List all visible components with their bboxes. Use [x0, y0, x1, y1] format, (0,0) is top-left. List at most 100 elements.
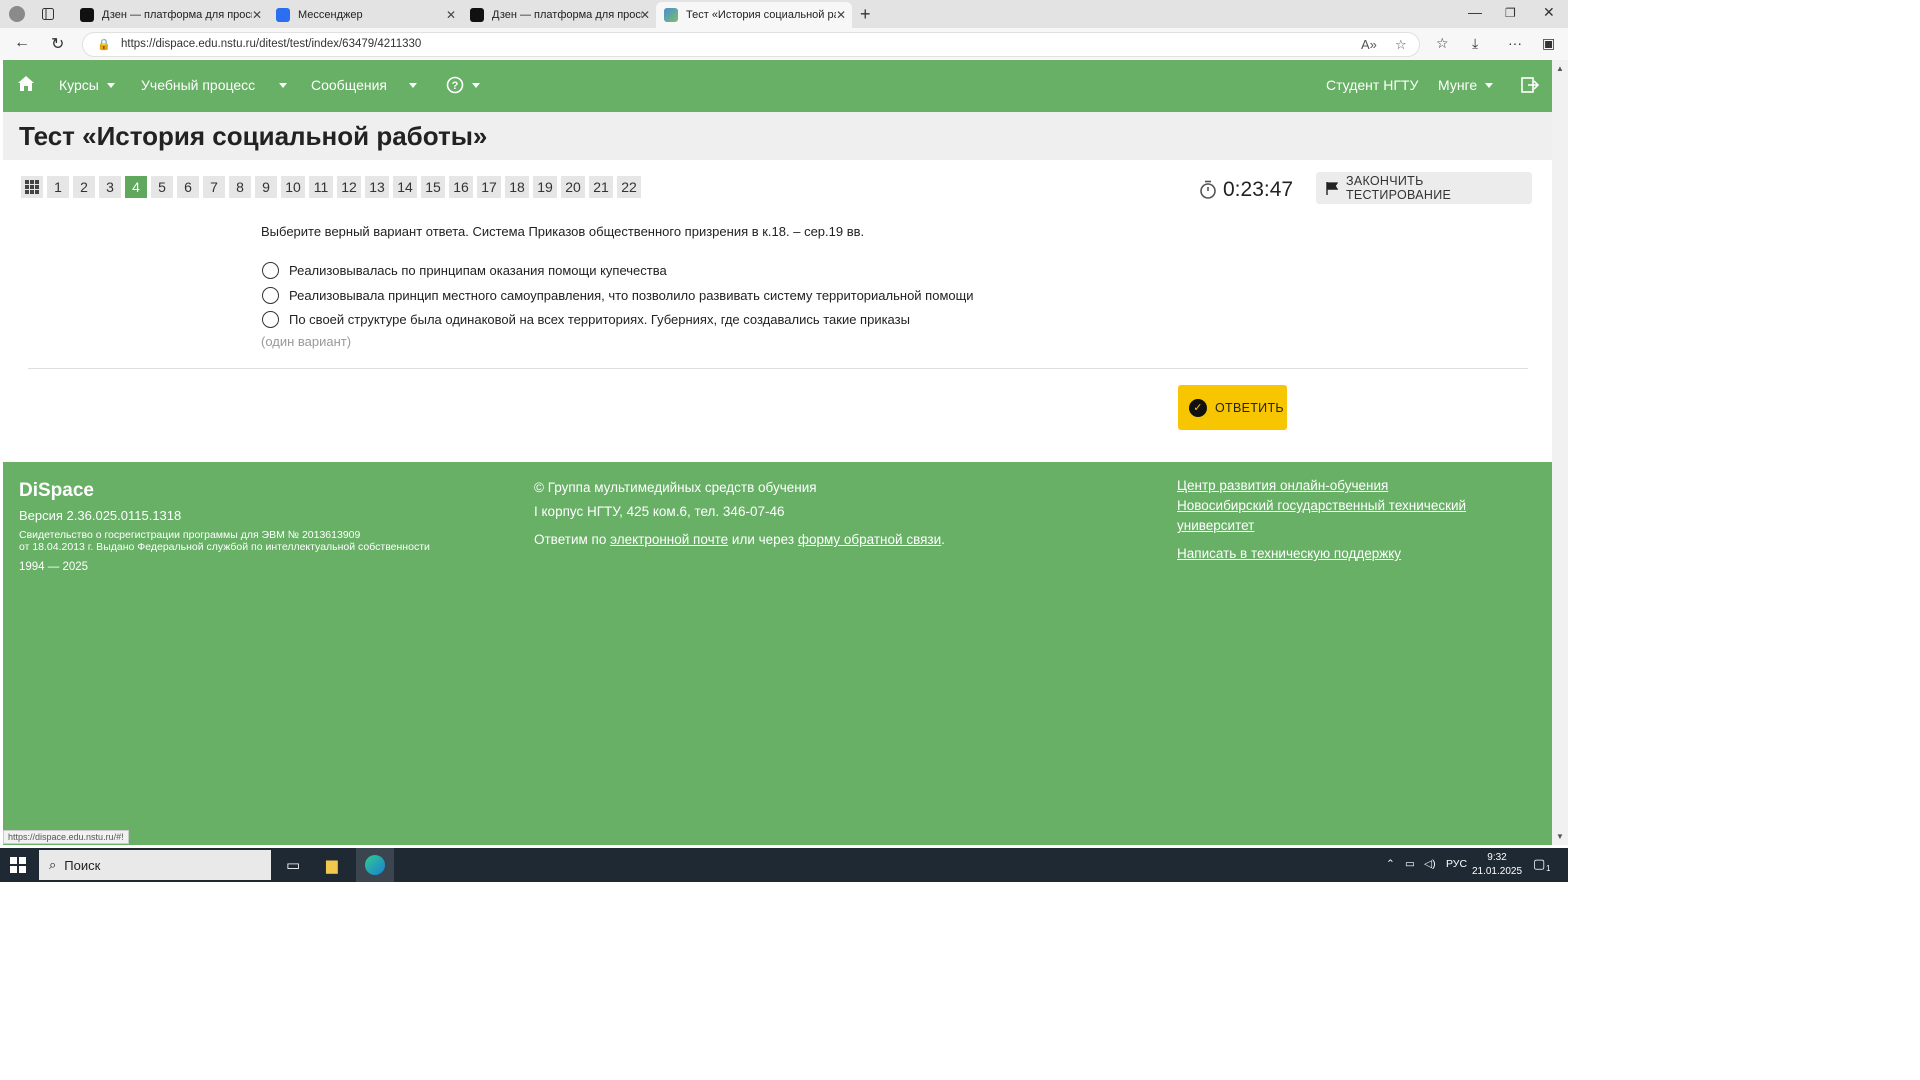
tab-dzen-1[interactable]: Дзен — платформа для просмо ✕ [72, 2, 268, 28]
menu-courses[interactable]: Курсы [59, 77, 115, 93]
windows-start-icon[interactable] [10, 857, 26, 873]
close-tab-icon[interactable]: ✕ [252, 8, 262, 22]
question-nav-item[interactable]: 9 [255, 176, 277, 198]
profile-icon[interactable] [0, 0, 34, 28]
answer-option[interactable]: Реализовывала принцип местного самоуправ… [262, 287, 974, 304]
footer-version: Версия 2.36.025.0115.1318 [19, 508, 182, 523]
answer-hint: (один вариант) [261, 334, 352, 349]
grid-view-icon[interactable] [21, 176, 43, 198]
notifications-icon[interactable]: ▢ [1533, 856, 1545, 872]
taskbar-search[interactable]: ⌕ Поиск [39, 850, 271, 880]
question-nav-item[interactable]: 6 [177, 176, 199, 198]
question-nav-item[interactable]: 12 [337, 176, 361, 198]
answer-option[interactable]: По своей структуре была одинаковой на вс… [262, 311, 910, 328]
close-window-icon[interactable]: ✕ [1543, 4, 1555, 21]
question-nav-item[interactable]: 18 [505, 176, 529, 198]
question-nav-item[interactable]: 10 [281, 176, 305, 198]
taskbar-clock[interactable]: 9:32 21.01.2025 [1470, 851, 1524, 879]
logout-icon[interactable] [1521, 77, 1539, 93]
tab-messenger[interactable]: Мессенджер ✕ [268, 2, 462, 28]
stopwatch-icon [1200, 180, 1216, 199]
support-link[interactable]: Написать в техническую поддержку [1177, 546, 1401, 561]
university-link[interactable]: Новосибирский государственный технически… [1177, 498, 1466, 533]
favorite-star-icon[interactable]: ☆ [1395, 33, 1407, 56]
question-nav-item[interactable]: 3 [99, 176, 121, 198]
answer-option-label[interactable]: По своей структуре была одинаковой на вс… [289, 312, 910, 327]
tab-test-active[interactable]: Тест «История социальной рабо ✕ [656, 2, 852, 28]
help-icon: ? [446, 76, 464, 94]
tray-chevron-up-icon[interactable]: ⌃ [1386, 858, 1395, 870]
task-view-icon[interactable]: ▭ [286, 856, 300, 874]
page-scrollbar[interactable]: ▲ ▼ [1552, 60, 1568, 845]
radio-button[interactable] [262, 311, 279, 328]
question-nav-item[interactable]: 2 [73, 176, 95, 198]
question-nav-item[interactable]: 13 [365, 176, 389, 198]
menu-process[interactable]: Учебный процесс [141, 77, 288, 93]
answer-option[interactable]: Реализовывалась по принципам оказания по… [262, 262, 667, 279]
clock-time: 9:32 [1487, 852, 1507, 863]
question-nav-item[interactable]: 19 [533, 176, 557, 198]
question-nav-item[interactable]: 1 [47, 176, 69, 198]
sidebar-icon[interactable]: ▣ [1542, 35, 1555, 52]
notification-count: 1 [1546, 864, 1551, 873]
new-tab-icon[interactable]: + [860, 4, 871, 25]
question-nav-item[interactable]: 21 [589, 176, 613, 198]
question-nav-item[interactable]: 15 [421, 176, 445, 198]
timer-value: 0:23:47 [1223, 178, 1294, 201]
reply-prefix: Ответим по [534, 532, 607, 547]
question-nav-item[interactable]: 4 [125, 176, 147, 198]
volume-icon[interactable]: ◁) [1424, 858, 1436, 870]
answer-option-label[interactable]: Реализовывала принцип местного самоуправ… [289, 288, 974, 303]
tab-dzen-2[interactable]: Дзен — платформа для просмо ✕ [462, 2, 656, 28]
menu-messages[interactable]: Сообщения [311, 77, 417, 93]
home-icon[interactable] [17, 75, 35, 93]
question-nav-item[interactable]: 5 [151, 176, 173, 198]
favorites-icon[interactable]: ☆ [1436, 35, 1449, 52]
url-field[interactable]: 🔒 https://dispace.edu.nstu.ru/ditest/tes… [82, 32, 1420, 57]
chevron-down-icon [106, 82, 115, 88]
question-nav-item[interactable]: 11 [309, 176, 333, 198]
close-tab-icon[interactable]: ✕ [836, 8, 846, 22]
minimize-icon[interactable]: — [1468, 4, 1482, 20]
edge-taskbar-icon[interactable] [356, 848, 394, 882]
footer-brand-column: DiSpace Версия 2.36.025.0115.1318 Свидет… [19, 480, 430, 573]
answer-button[interactable]: ✓ ОТВЕТИТЬ [1178, 385, 1287, 430]
read-aloud-icon[interactable]: A» [1361, 33, 1377, 56]
svg-text:?: ? [452, 80, 459, 92]
network-icon[interactable]: ▭ [1405, 858, 1415, 870]
question-text: Выберите верный вариант ответа. Система … [261, 224, 865, 239]
email-link[interactable]: электронной почте [610, 532, 728, 547]
user-role[interactable]: Студент НГТУ [1326, 77, 1418, 93]
site-info-icon[interactable]: 🔒 [97, 34, 111, 57]
restore-icon[interactable]: ❐ [1505, 6, 1516, 20]
menu-help[interactable]: ? [446, 76, 480, 94]
more-icon[interactable]: ··· [1508, 35, 1522, 51]
question-nav-item[interactable]: 7 [203, 176, 225, 198]
close-tab-icon[interactable]: ✕ [446, 8, 456, 22]
question-nav-item[interactable]: 16 [449, 176, 473, 198]
language-indicator[interactable]: РУС [1446, 858, 1467, 870]
footer-years: 1994 — 2025 [19, 561, 89, 573]
finish-test-button[interactable]: ЗАКОНЧИТЬ ТЕСТИРОВАНИЕ [1316, 172, 1532, 204]
question-nav-item[interactable]: 22 [617, 176, 641, 198]
file-explorer-icon[interactable]: ▆ [326, 856, 338, 874]
radio-button[interactable] [262, 262, 279, 279]
scroll-up-icon[interactable]: ▲ [1556, 64, 1564, 73]
online-learning-center-link[interactable]: Центр развития онлайн-обучения [1177, 478, 1388, 493]
question-nav-item[interactable]: 17 [477, 176, 501, 198]
back-icon[interactable]: ← [14, 34, 30, 52]
reload-icon[interactable]: ↻ [51, 34, 64, 54]
question-nav-item[interactable]: 20 [561, 176, 585, 198]
answer-option-label[interactable]: Реализовывалась по принципам оказания по… [289, 263, 667, 278]
question-nav-item[interactable]: 8 [229, 176, 251, 198]
close-tab-icon[interactable]: ✕ [640, 8, 650, 22]
flag-icon [1326, 181, 1338, 195]
scroll-down-icon[interactable]: ▼ [1556, 832, 1564, 841]
search-label: Поиск [64, 857, 101, 873]
downloads-icon[interactable]: ⤓ [1472, 35, 1478, 52]
tab-actions-icon[interactable] [34, 0, 62, 28]
feedback-form-link[interactable]: форму обратной связи [798, 532, 941, 547]
radio-button[interactable] [262, 287, 279, 304]
question-nav-item[interactable]: 14 [393, 176, 417, 198]
user-menu[interactable]: Мунге [1438, 77, 1494, 93]
